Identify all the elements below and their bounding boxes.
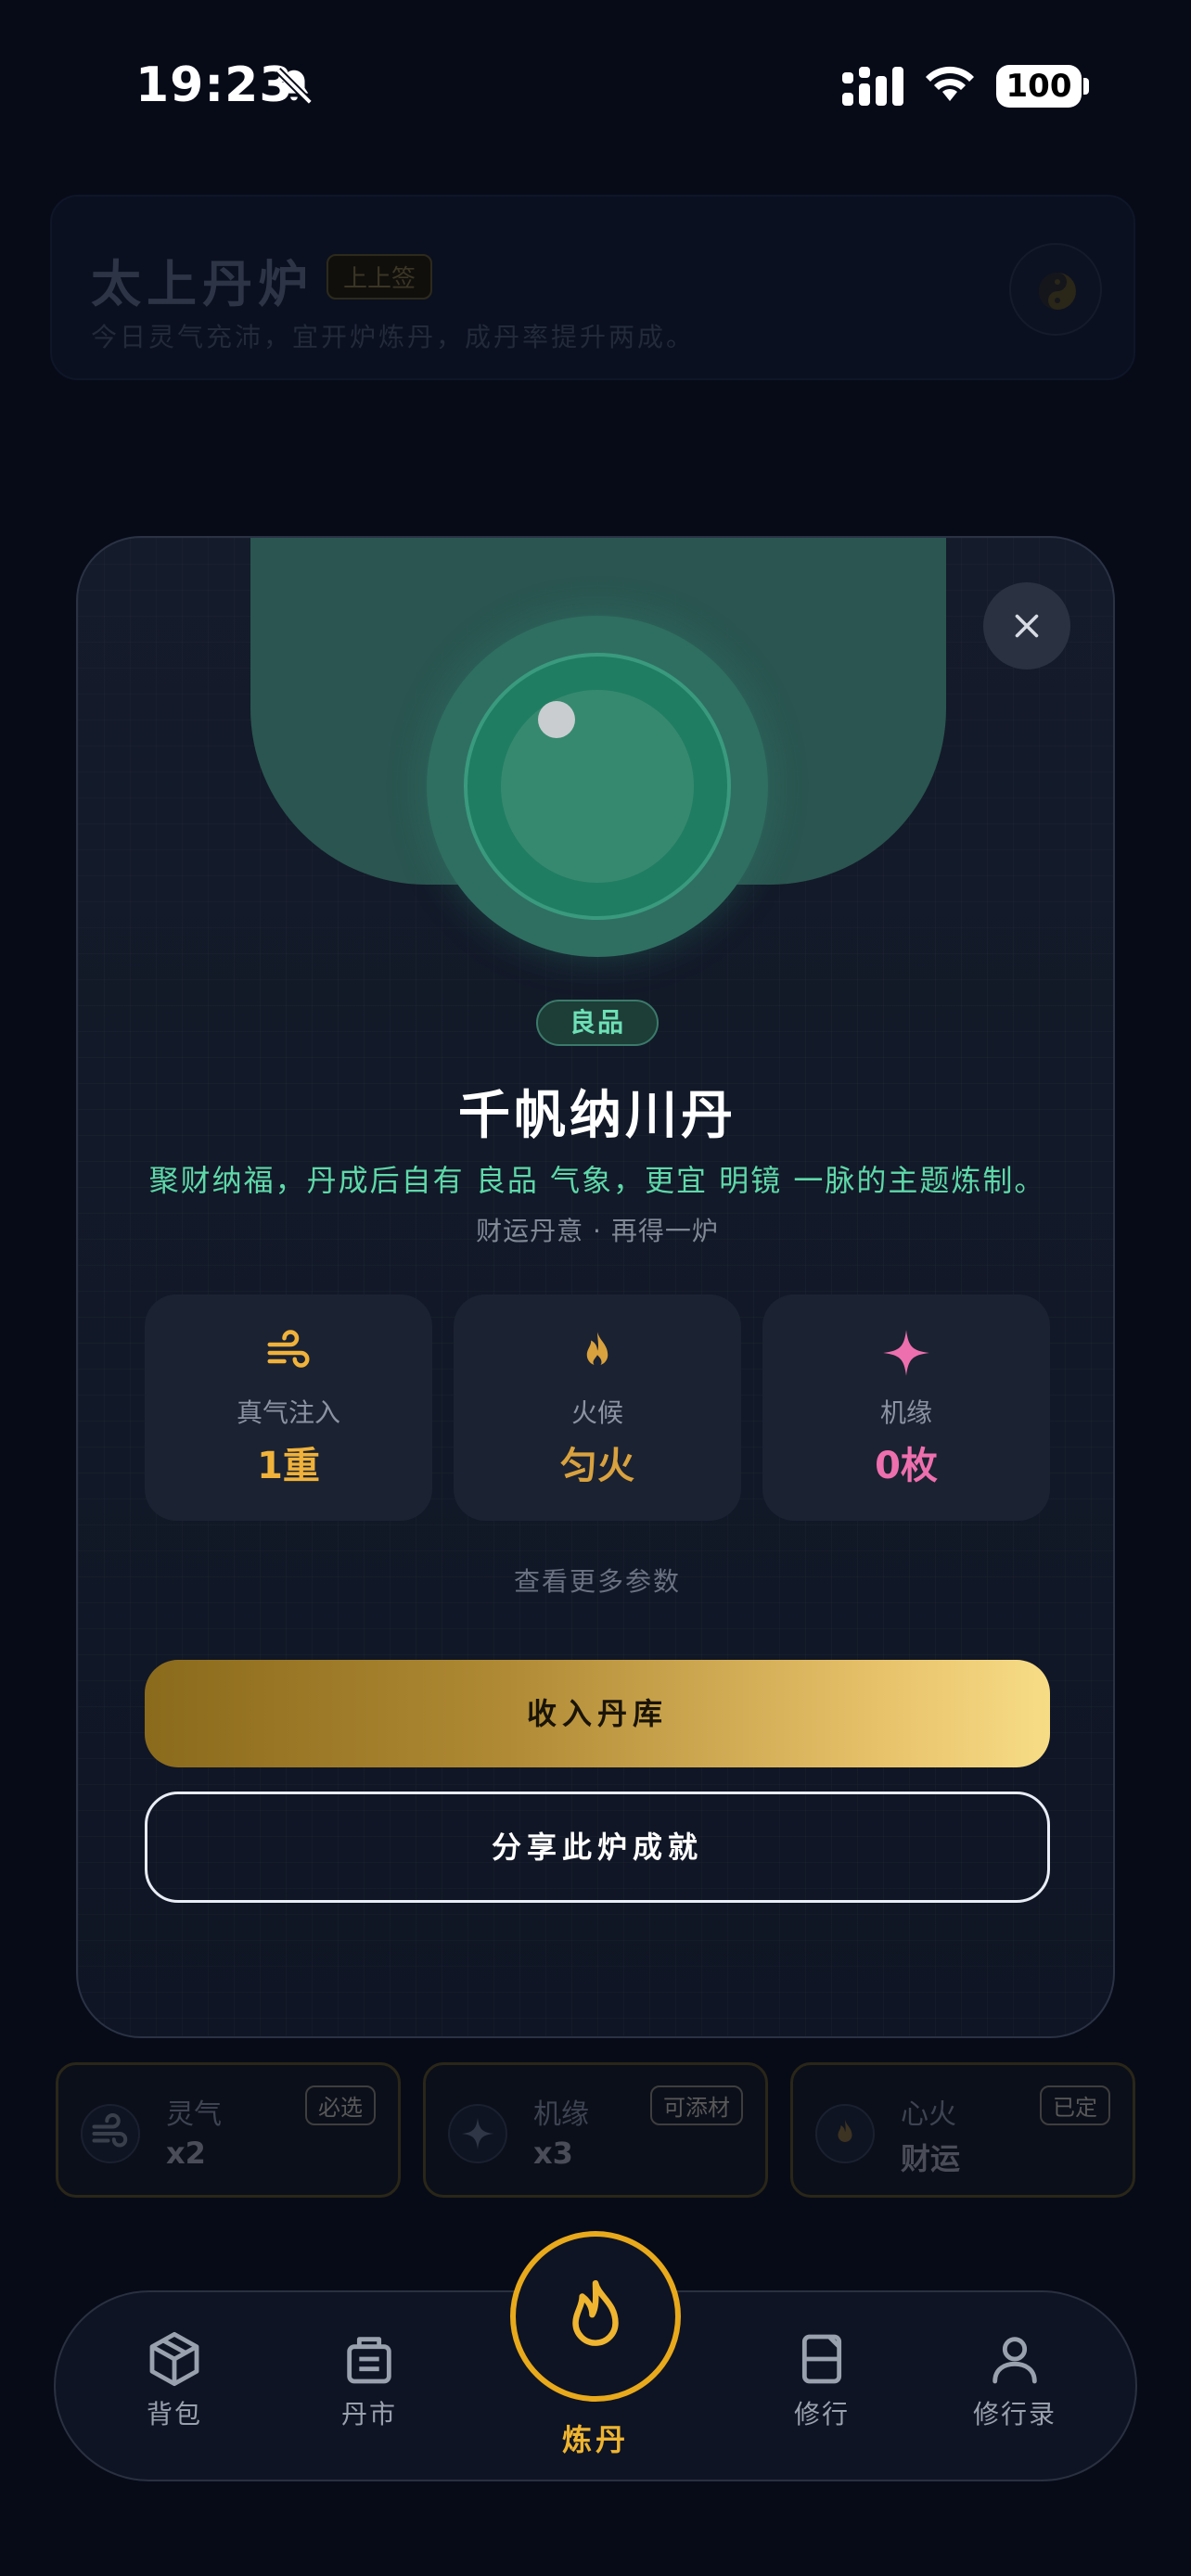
tab-backpack[interactable]: 背包 — [109, 2329, 239, 2441]
tab-label: 背包 — [146, 2399, 202, 2429]
tab-market[interactable]: 丹市 — [304, 2329, 434, 2441]
ingredient-card-heart-fire[interactable]: 心火 财运 已定 — [790, 2062, 1135, 2198]
share-achievement-button[interactable]: 分享此炉成就 — [145, 1792, 1050, 1903]
page-title: 太上丹炉 — [91, 255, 314, 313]
stat-card-qi: 真气注入 1重 — [145, 1294, 432, 1521]
stat-value: 匀火 — [560, 1445, 634, 1487]
tab-cultivation[interactable]: 修行 — [757, 2329, 887, 2441]
result-modal: 良品 千帆纳川丹 聚财纳福，丹成后自有 良品 气象，更宜 明镜 一脉的主题炼制。… — [76, 536, 1115, 2038]
shop-icon — [347, 2337, 391, 2384]
pill-orb-highlight — [538, 701, 575, 738]
stat-value: 1重 — [257, 1445, 320, 1487]
yin-yang-icon — [1009, 243, 1102, 336]
ingredient-tag: 已定 — [1040, 2085, 1110, 2125]
pill-orb-core — [501, 690, 694, 883]
stat-label: 火候 — [570, 1397, 623, 1428]
box-icon — [149, 2331, 199, 2387]
battery-nub — [1083, 78, 1089, 95]
tab-cultivation-log[interactable]: 修行录 — [950, 2329, 1080, 2441]
pill-name: 千帆纳川丹 — [458, 1086, 736, 1146]
more-params-link[interactable]: 查看更多参数 — [78, 1562, 1113, 1599]
wind-icon — [81, 2104, 140, 2163]
pill-subtitle: 财运丹意 · 再得一炉 — [476, 1216, 719, 1246]
pill-description: 聚财纳福，丹成后自有 良品 气象，更宜 明镜 一脉的主题炼制。 — [148, 1163, 1046, 1198]
ingredient-value: x3 — [533, 2136, 573, 2171]
ingredient-label: 心火 — [901, 2098, 956, 2131]
user-icon — [992, 2337, 1037, 2384]
stat-card-fire: 火候 匀火 — [454, 1294, 741, 1521]
tab-alchemy-label: 炼丹 — [561, 2422, 629, 2457]
status-bar: 19:23 100 — [0, 0, 1191, 176]
tab-label: 丹市 — [340, 2399, 397, 2429]
furnace-header-card: 太上丹炉 上上签 今日灵气充沛，宜开炉炼丹，成丹率提升两成。 — [50, 195, 1135, 380]
tab-label: 修行录 — [972, 2399, 1057, 2429]
wifi-icon — [926, 66, 974, 101]
close-icon — [1015, 614, 1039, 638]
signal-icon — [842, 67, 903, 106]
stat-card-fortune: 机缘 0枚 — [762, 1294, 1050, 1521]
tab-alchemy[interactable] — [510, 2231, 681, 2402]
daily-fortune-text: 今日灵气充沛，宜开炉炼丹，成丹率提升两成。 — [91, 322, 696, 352]
close-button[interactable] — [983, 582, 1070, 670]
ingredient-card-fortune[interactable]: 机缘 x3 可添材 — [423, 2062, 768, 2198]
grade-badge: 良品 — [536, 1000, 659, 1046]
ingredient-value: 财运 — [901, 2141, 961, 2176]
ingredient-label: 机缘 — [533, 2098, 589, 2131]
ingredient-label: 灵气 — [166, 2098, 222, 2131]
status-time: 19:23 — [135, 57, 294, 113]
ingredient-tag: 必选 — [305, 2085, 376, 2125]
book-icon — [801, 2334, 842, 2384]
stat-label: 真气注入 — [236, 1397, 340, 1428]
flame-icon — [572, 2279, 619, 2346]
ingredient-value: x2 — [166, 2136, 206, 2171]
sparkle-icon — [883, 1330, 929, 1376]
wind-icon — [267, 1330, 310, 1368]
stat-label: 机缘 — [879, 1397, 932, 1428]
store-pill-button[interactable]: 收入丹库 — [145, 1660, 1050, 1767]
flame-icon — [586, 1332, 608, 1367]
stats-row: 真气注入 1重 火候 匀火 机缘 0枚 — [145, 1294, 1050, 1521]
stat-value: 0枚 — [875, 1445, 938, 1487]
bell-slash-icon — [275, 68, 313, 105]
tab-label: 修行 — [793, 2399, 850, 2429]
sparkle-icon — [448, 2104, 507, 2163]
ingredient-tag: 可添材 — [650, 2085, 743, 2125]
battery-icon: 100 — [996, 65, 1082, 108]
ingredient-card-qi[interactable]: 灵气 x2 必选 — [56, 2062, 401, 2198]
fortune-sign-badge: 上上签 — [327, 254, 433, 300]
flame-icon — [815, 2104, 875, 2163]
